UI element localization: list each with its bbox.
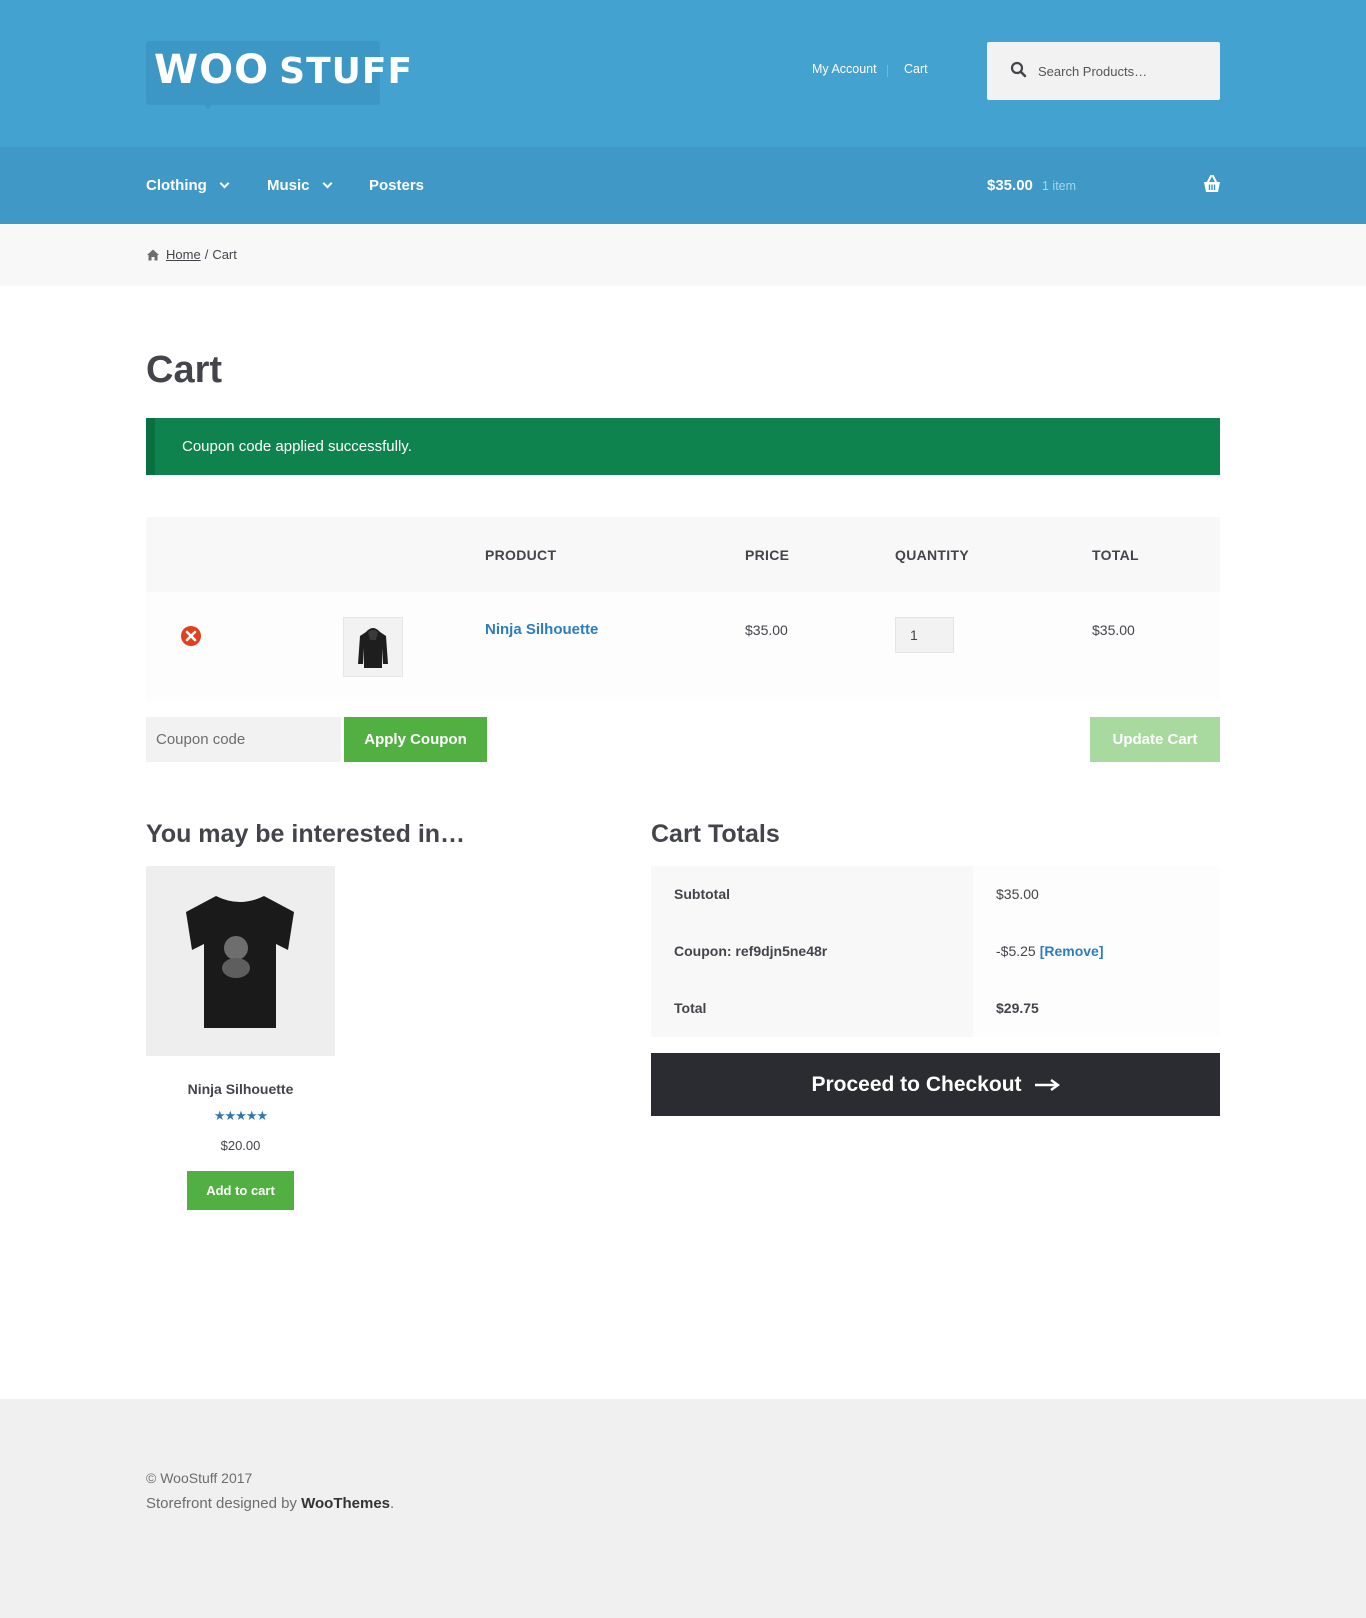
column-header-price: PRICE bbox=[745, 547, 790, 563]
cart-product-name-link[interactable]: Ninja Silhouette bbox=[485, 621, 598, 638]
cart-table: PRODUCT PRICE QUANTITY TOTAL Ninja Silho… bbox=[146, 517, 1220, 701]
search-input[interactable] bbox=[1038, 42, 1214, 100]
product-search bbox=[987, 42, 1220, 100]
cross-sell-product-name[interactable]: Ninja Silhouette bbox=[146, 1081, 335, 1097]
cross-sell-product-price: $20.00 bbox=[220, 1138, 261, 1153]
credit-prefix: Storefront designed by bbox=[146, 1495, 297, 1512]
woothemes-link[interactable]: WooThemes bbox=[301, 1495, 390, 1512]
woothemes-link-label: WooThemes bbox=[301, 1495, 391, 1512]
page-title: Cart bbox=[146, 349, 223, 391]
site-header: WOO STUFF My Account Cart bbox=[0, 0, 1366, 147]
logo-woo: WOO bbox=[154, 47, 270, 93]
cart-table-header: PRODUCT PRICE QUANTITY TOTAL bbox=[146, 517, 1220, 592]
chevron-down-icon bbox=[219, 178, 230, 189]
nav-item-music[interactable]: Music bbox=[267, 177, 332, 194]
cart-item-price: $35.00 bbox=[745, 622, 788, 638]
remove-item-icon[interactable] bbox=[180, 625, 202, 647]
total-row: Total $29.75 bbox=[651, 980, 1220, 1037]
proceed-to-checkout-button[interactable]: Proceed to Checkout bbox=[651, 1053, 1220, 1116]
column-header-total: TOTAL bbox=[1092, 547, 1139, 563]
total-label-cell: Total bbox=[651, 980, 973, 1037]
remove-coupon-link[interactable]: [Remove] bbox=[1040, 943, 1104, 959]
basket-icon[interactable] bbox=[1201, 173, 1223, 195]
logo-text: WOO STUFF bbox=[154, 47, 413, 93]
credit-suffix: . bbox=[390, 1495, 395, 1512]
update-cart-button[interactable]: Update Cart bbox=[1090, 717, 1220, 762]
cross-sell-product-image[interactable] bbox=[146, 866, 335, 1056]
notice-text: Coupon code applied successfully. bbox=[182, 438, 412, 455]
site-footer: © WooStuff 2017 Storefront designed by W… bbox=[0, 1399, 1366, 1618]
hoodie-image bbox=[358, 628, 388, 668]
nav-item-label: Music bbox=[267, 177, 310, 194]
chevron-down-icon bbox=[322, 178, 332, 189]
quantity-input[interactable] bbox=[895, 617, 954, 653]
star-rating: ★★★★★ bbox=[213, 1108, 268, 1123]
coupon-label-cell: Coupon: ref9djn5ne48r bbox=[651, 923, 973, 980]
coupon-code-input[interactable] bbox=[146, 717, 341, 762]
cart-totals-table: Subtotal $35.00 Coupon: ref9djn5ne48r -$… bbox=[651, 866, 1220, 1037]
success-notice: Coupon code applied successfully. bbox=[146, 418, 1220, 475]
column-header-product: PRODUCT bbox=[485, 547, 557, 563]
breadcrumb-home-link[interactable]: Home bbox=[166, 247, 201, 262]
nav-item-label: Posters bbox=[369, 177, 425, 194]
cart-item-total: $35.00 bbox=[1092, 622, 1135, 638]
nav-item-posters[interactable]: Posters bbox=[369, 177, 424, 194]
apply-coupon-button[interactable]: Apply Coupon bbox=[344, 717, 487, 762]
secondary-nav-divider bbox=[887, 65, 888, 77]
breadcrumb-current: Cart bbox=[212, 247, 237, 262]
primary-navigation: Clothing Music Posters $35.00 1 item bbox=[0, 147, 1366, 224]
nav-item-clothing[interactable]: Clothing bbox=[146, 177, 230, 194]
subtotal-label: Subtotal bbox=[674, 886, 730, 902]
coupon-label: Coupon: ref9djn5ne48r bbox=[674, 943, 828, 959]
order-total: $29.75 bbox=[996, 1000, 1039, 1016]
breadcrumb-separator: / bbox=[204, 247, 209, 262]
cart-link[interactable]: Cart bbox=[904, 62, 928, 76]
header-cart-amount[interactable]: $35.00 bbox=[987, 177, 1033, 194]
product-thumbnail[interactable] bbox=[343, 617, 403, 677]
copyright: © WooStuff 2017 bbox=[146, 1470, 253, 1486]
table-row: Ninja Silhouette $35.00 $35.00 bbox=[146, 592, 1220, 701]
coupon-row: Coupon: ref9djn5ne48r -$5.25 [Remove] bbox=[651, 923, 1220, 980]
tshirt-image bbox=[186, 896, 294, 1028]
logo-speech-tail bbox=[200, 99, 216, 109]
cart-totals-title: Cart Totals bbox=[651, 820, 780, 848]
subtotal-value: $35.00 bbox=[996, 886, 1039, 902]
home-icon bbox=[147, 249, 159, 260]
total-label: Total bbox=[674, 1000, 707, 1016]
subtotal-label-cell: Subtotal bbox=[651, 866, 973, 923]
footer-credit: Storefront designed by WooThemes. bbox=[146, 1495, 394, 1512]
coupon-value-wrap: -$5.25 [Remove] bbox=[996, 943, 1104, 959]
column-header-quantity: QUANTITY bbox=[895, 547, 969, 563]
search-icon[interactable] bbox=[1009, 60, 1029, 80]
checkout-label: Proceed to Checkout bbox=[811, 1072, 1022, 1096]
my-account-link[interactable]: My Account bbox=[812, 62, 877, 76]
subtotal-row: Subtotal $35.00 bbox=[651, 866, 1220, 923]
site-logo[interactable]: WOO STUFF bbox=[146, 41, 412, 109]
header-cart-count: 1 item bbox=[1042, 179, 1077, 193]
breadcrumb: Home / Cart bbox=[146, 247, 237, 262]
add-to-cart-button[interactable]: Add to cart bbox=[187, 1171, 294, 1210]
logo-stuff: STUFF bbox=[279, 51, 414, 92]
nav-item-label: Clothing bbox=[146, 177, 207, 194]
coupon-discount: -$5.25 bbox=[996, 943, 1036, 959]
arrow-right-icon bbox=[1034, 1078, 1060, 1091]
breadcrumb-bar: Home / Cart bbox=[0, 224, 1366, 286]
cross-sells-title: You may be interested in… bbox=[146, 820, 466, 848]
